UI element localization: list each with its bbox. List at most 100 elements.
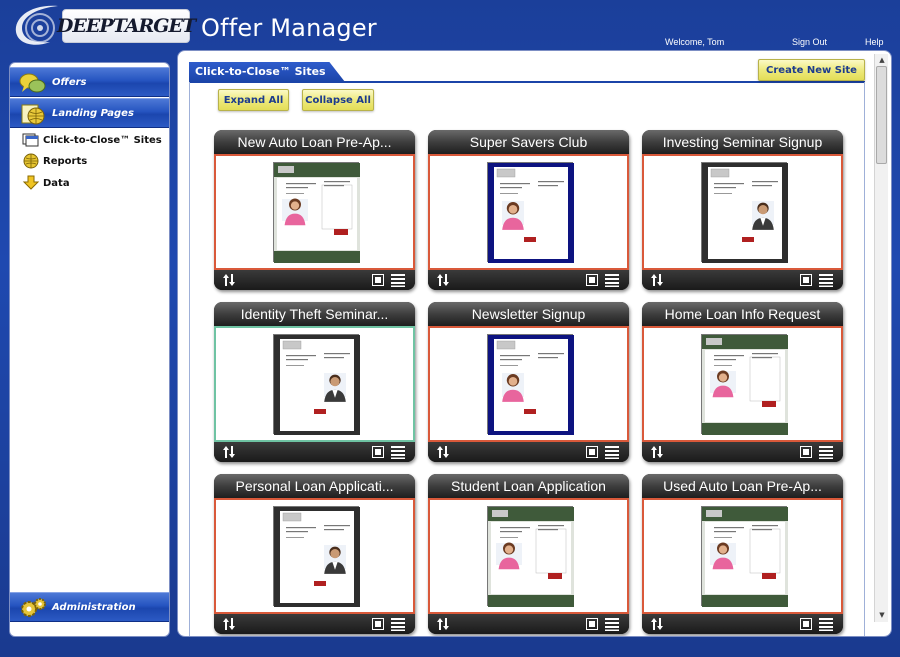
reorder-arrows-icon[interactable] bbox=[222, 273, 236, 287]
nav-section-administration[interactable]: Administration bbox=[10, 592, 169, 622]
nav-section-label: Landing Pages bbox=[52, 107, 134, 119]
site-preview-thumbnail[interactable] bbox=[274, 507, 360, 607]
site-card-title[interactable]: Student Loan Application bbox=[428, 474, 629, 498]
site-card[interactable]: Student Loan Application bbox=[428, 474, 629, 634]
scroll-up-arrow-icon[interactable]: ▲ bbox=[877, 55, 887, 65]
scroll-down-arrow-icon[interactable]: ▼ bbox=[877, 610, 887, 620]
sidebar-link-click-to-close-sites[interactable]: Click-to-Close™ Sites bbox=[22, 131, 162, 149]
nav-section-offers[interactable]: Offers bbox=[10, 67, 169, 97]
site-card[interactable]: Personal Loan Applicati... bbox=[214, 474, 415, 634]
list-view-icon[interactable] bbox=[391, 617, 405, 631]
site-thumbnail-frame[interactable] bbox=[273, 162, 360, 263]
scrollbar-thumb[interactable] bbox=[876, 66, 887, 164]
site-card[interactable]: Home Loan Info Request bbox=[642, 302, 843, 462]
site-card-preview-area[interactable] bbox=[214, 154, 415, 270]
site-thumbnail-frame[interactable] bbox=[701, 162, 788, 263]
reorder-arrows-icon[interactable] bbox=[650, 445, 664, 459]
reorder-arrows-icon[interactable] bbox=[436, 445, 450, 459]
site-card-title[interactable]: Used Auto Loan Pre-Ap... bbox=[642, 474, 843, 498]
list-view-icon[interactable] bbox=[819, 273, 833, 287]
site-card-preview-area[interactable] bbox=[428, 326, 629, 442]
site-card[interactable]: Investing Seminar Signup bbox=[642, 130, 843, 290]
main-content-panel: Click-to-Close™ Sites Create New Site Ex… bbox=[177, 50, 892, 637]
reorder-arrows-icon[interactable] bbox=[436, 273, 450, 287]
site-preview-thumbnail[interactable] bbox=[274, 163, 360, 263]
list-view-icon[interactable] bbox=[819, 617, 833, 631]
site-thumbnail-frame[interactable] bbox=[273, 334, 360, 435]
preview-view-icon[interactable] bbox=[800, 274, 812, 286]
site-preview-thumbnail[interactable] bbox=[274, 335, 360, 435]
site-card-title[interactable]: Investing Seminar Signup bbox=[642, 130, 843, 154]
preview-view-icon[interactable] bbox=[372, 274, 384, 286]
site-card-toolbar bbox=[642, 270, 843, 290]
chat-bubbles-icon bbox=[19, 73, 46, 93]
site-card-title[interactable]: New Auto Loan Pre-Ap... bbox=[214, 130, 415, 154]
site-card[interactable]: New Auto Loan Pre-Ap... bbox=[214, 130, 415, 290]
nav-section-label: Administration bbox=[52, 601, 136, 613]
site-card-title[interactable]: Identity Theft Seminar... bbox=[214, 302, 415, 326]
site-card-title[interactable]: Super Savers Club bbox=[428, 130, 629, 154]
preview-view-icon[interactable] bbox=[800, 446, 812, 458]
site-thumbnail-frame[interactable] bbox=[701, 334, 788, 435]
site-preview-thumbnail[interactable] bbox=[702, 507, 788, 607]
list-view-icon[interactable] bbox=[391, 273, 405, 287]
preview-view-icon[interactable] bbox=[586, 274, 598, 286]
list-view-icon[interactable] bbox=[391, 445, 405, 459]
page-title: Click-to-Close™ Sites bbox=[189, 62, 345, 82]
sidebar-link-label: Data bbox=[43, 177, 70, 189]
site-card-preview-area[interactable] bbox=[642, 498, 843, 614]
reorder-arrows-icon[interactable] bbox=[436, 617, 450, 631]
list-view-icon[interactable] bbox=[819, 445, 833, 459]
site-preview-thumbnail[interactable] bbox=[488, 507, 574, 607]
site-preview-thumbnail[interactable] bbox=[702, 163, 788, 263]
expand-all-button[interactable]: Expand All bbox=[218, 89, 289, 111]
nav-section-landing-pages[interactable]: Landing Pages bbox=[10, 98, 169, 128]
site-card-preview-area[interactable] bbox=[214, 498, 415, 614]
site-card[interactable]: Identity Theft Seminar... bbox=[214, 302, 415, 462]
preview-view-icon[interactable] bbox=[372, 618, 384, 630]
site-preview-thumbnail[interactable] bbox=[702, 335, 788, 435]
vertical-scrollbar[interactable]: ▲ ▼ bbox=[874, 54, 888, 622]
sidebar-link-label: Click-to-Close™ Sites bbox=[43, 134, 162, 146]
help-link[interactable]: Help bbox=[865, 37, 884, 47]
site-thumbnail-frame[interactable] bbox=[701, 506, 788, 607]
site-thumbnail-frame[interactable] bbox=[487, 334, 574, 435]
preview-view-icon[interactable] bbox=[586, 446, 598, 458]
site-preview-thumbnail[interactable] bbox=[488, 335, 574, 435]
list-view-icon[interactable] bbox=[605, 273, 619, 287]
site-thumbnail-frame[interactable] bbox=[273, 506, 360, 607]
preview-view-icon[interactable] bbox=[372, 446, 384, 458]
site-card-preview-area[interactable] bbox=[642, 154, 843, 270]
list-view-icon[interactable] bbox=[605, 617, 619, 631]
reorder-arrows-icon[interactable] bbox=[650, 617, 664, 631]
sidebar-link-data[interactable]: Data bbox=[22, 174, 70, 192]
sign-out-link[interactable]: Sign Out bbox=[792, 37, 827, 47]
site-card-preview-area[interactable] bbox=[428, 498, 629, 614]
site-thumbnail-frame[interactable] bbox=[487, 506, 574, 607]
site-card-title[interactable]: Personal Loan Applicati... bbox=[214, 474, 415, 498]
site-preview-thumbnail[interactable] bbox=[488, 163, 574, 263]
site-card[interactable]: Used Auto Loan Pre-Ap... bbox=[642, 474, 843, 634]
site-card-preview-area[interactable] bbox=[214, 326, 415, 442]
site-card[interactable]: Super Savers Club bbox=[428, 130, 629, 290]
reorder-arrows-icon[interactable] bbox=[222, 445, 236, 459]
app-header: DEEPTARGET Offer Manager Welcome, Tom Si… bbox=[0, 0, 900, 52]
site-card-preview-area[interactable] bbox=[642, 326, 843, 442]
preview-view-icon[interactable] bbox=[586, 618, 598, 630]
site-thumbnail-frame[interactable] bbox=[487, 162, 574, 263]
site-card-toolbar bbox=[214, 442, 415, 462]
site-card-title[interactable]: Newsletter Signup bbox=[428, 302, 629, 326]
reorder-arrows-icon[interactable] bbox=[222, 617, 236, 631]
site-card-title[interactable]: Home Loan Info Request bbox=[642, 302, 843, 326]
site-card-preview-area[interactable] bbox=[428, 154, 629, 270]
site-card-toolbar bbox=[214, 614, 415, 634]
preview-view-icon[interactable] bbox=[800, 618, 812, 630]
reorder-arrows-icon[interactable] bbox=[650, 273, 664, 287]
list-view-icon[interactable] bbox=[605, 445, 619, 459]
site-card-toolbar bbox=[642, 442, 843, 462]
site-card[interactable]: Newsletter Signup bbox=[428, 302, 629, 462]
sidebar-link-reports[interactable]: Reports bbox=[22, 152, 87, 170]
site-card-toolbar bbox=[214, 270, 415, 290]
create-new-site-button[interactable]: Create New Site bbox=[758, 59, 865, 81]
collapse-all-button[interactable]: Collapse All bbox=[302, 89, 374, 111]
